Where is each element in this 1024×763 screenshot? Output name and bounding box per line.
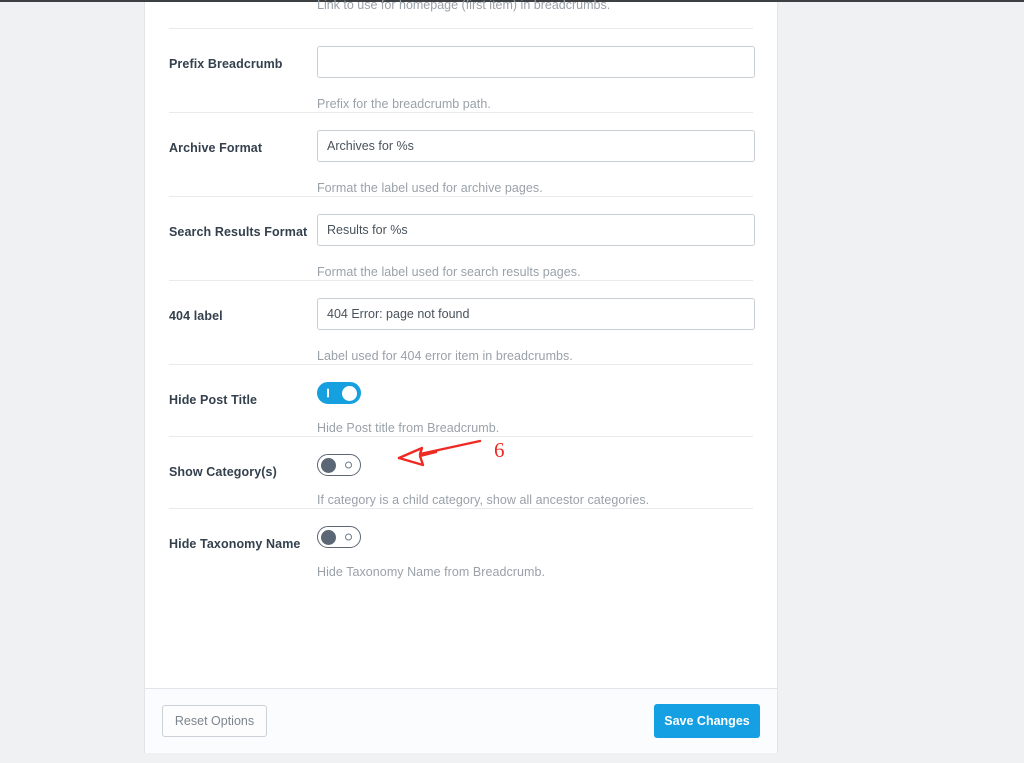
setting-row-show-categories: Show Category(s) If category is a child …: [145, 436, 777, 508]
screenshot-page: Link to use for homepage (first item) in…: [0, 0, 1024, 763]
help-archive-format: Format the label used for archive pages.: [317, 181, 543, 195]
label-search-results-format: Search Results Format: [169, 225, 308, 239]
setting-row-prefix-breadcrumb: Prefix Breadcrumb Prefix for the breadcr…: [145, 28, 777, 112]
setting-row-hide-taxonomy-name: Hide Taxonomy Name Hide Taxonomy Name fr…: [145, 508, 777, 580]
help-hide-taxonomy-name: Hide Taxonomy Name from Breadcrumb.: [317, 565, 545, 579]
help-hide-post-title: Hide Post title from Breadcrumb.: [317, 421, 500, 435]
setting-row-hide-post-title: Hide Post Title Hide Post title from Bre…: [145, 364, 777, 436]
help-search-results-format: Format the label used for search results…: [317, 265, 581, 279]
field-show-categories: If category is a child category, show al…: [317, 454, 753, 508]
toggle-knob: [321, 458, 336, 473]
hide-post-title-toggle[interactable]: [317, 382, 361, 404]
archive-format-input[interactable]: [317, 130, 755, 162]
field-404-label: Label used for 404 error item in breadcr…: [317, 298, 755, 364]
setting-row-search-results-format: Search Results Format Format the label u…: [145, 196, 777, 280]
field-hide-post-title: Hide Post title from Breadcrumb.: [317, 382, 753, 436]
row-separator: [169, 196, 753, 197]
help-404-label: Label used for 404 error item in breadcr…: [317, 349, 573, 363]
search-results-format-input[interactable]: [317, 214, 755, 246]
label-show-categories: Show Category(s): [169, 465, 277, 479]
toggle-off-ring-icon: [345, 533, 352, 541]
setting-row-404-label: 404 label Label used for 404 error item …: [145, 280, 777, 364]
field-search-results-format: Format the label used for search results…: [317, 214, 755, 280]
annotation-step-number: 6: [494, 438, 505, 462]
show-categories-toggle[interactable]: [317, 454, 361, 476]
404-label-input[interactable]: [317, 298, 755, 330]
label-prefix-breadcrumb: Prefix Breadcrumb: [169, 57, 283, 71]
toggle-on-bar-icon: [327, 388, 329, 398]
field-prefix-breadcrumb: Prefix for the breadcrumb path.: [317, 46, 755, 112]
settings-footer: Reset Options Save Changes: [145, 688, 777, 753]
row-separator: [169, 280, 753, 281]
reset-options-button[interactable]: Reset Options: [162, 705, 267, 737]
help-prefix-breadcrumb: Prefix for the breadcrumb path.: [317, 97, 491, 111]
label-hide-taxonomy-name: Hide Taxonomy Name: [169, 537, 301, 551]
label-hide-post-title: Hide Post Title: [169, 393, 258, 407]
prefix-breadcrumb-input[interactable]: [317, 46, 755, 78]
settings-form: Link to use for homepage (first item) in…: [145, 0, 777, 688]
label-archive-format: Archive Format: [169, 141, 263, 155]
previous-row-help-fragment: Link to use for homepage (first item) in…: [145, 0, 777, 28]
label-404-label: 404 label: [169, 309, 223, 323]
field-hide-taxonomy-name: Hide Taxonomy Name from Breadcrumb.: [317, 526, 753, 580]
row-separator: [169, 28, 753, 29]
row-separator: [169, 508, 753, 509]
field-archive-format: Format the label used for archive pages.: [317, 130, 755, 196]
row-separator: [169, 112, 753, 113]
hide-taxonomy-name-toggle[interactable]: [317, 526, 361, 548]
toggle-knob: [342, 386, 357, 401]
help-show-categories: If category is a child category, show al…: [317, 493, 650, 507]
toggle-knob: [321, 530, 336, 545]
toggle-off-ring-icon: [345, 461, 352, 469]
homepage-link-help-text: Link to use for homepage (first item) in…: [317, 0, 611, 12]
row-separator: [169, 436, 753, 437]
row-separator: [169, 364, 753, 365]
setting-row-archive-format: Archive Format Format the label used for…: [145, 112, 777, 196]
save-changes-button[interactable]: Save Changes: [654, 704, 760, 738]
settings-card: Link to use for homepage (first item) in…: [144, 0, 778, 753]
